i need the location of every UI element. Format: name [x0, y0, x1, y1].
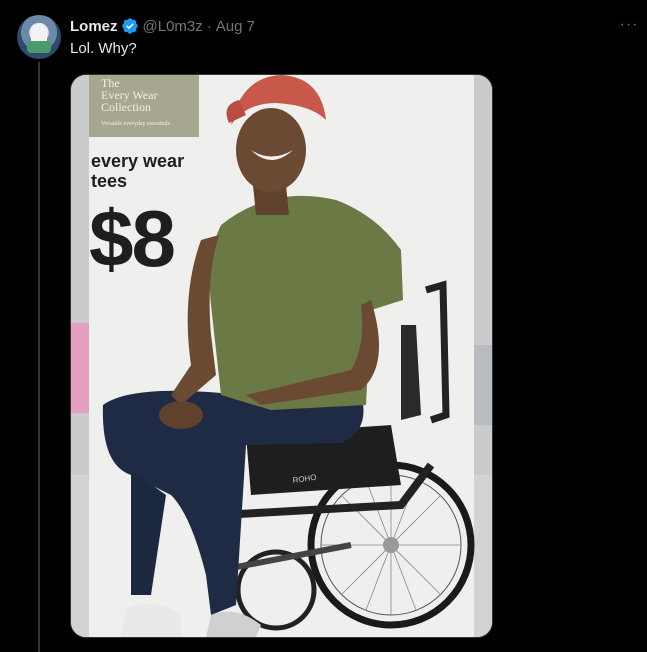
collection-line-3: Collection: [101, 100, 151, 114]
tweet-date[interactable]: Aug 7: [216, 18, 255, 35]
tweet[interactable]: Lomez @L0m3z · Aug 7 ··· Lol. Why? ROHO …: [0, 0, 647, 652]
separator-dot: ·: [206, 17, 212, 35]
tweet-text: Lol. Why?: [70, 40, 137, 57]
promo-line-2: tees: [91, 171, 128, 191]
author-name[interactable]: Lomez: [70, 18, 118, 35]
avatar[interactable]: [17, 15, 61, 59]
promo-line-1: every wear: [91, 151, 185, 171]
tweet-header: Lomez @L0m3z · Aug 7: [70, 16, 255, 36]
verified-badge-icon: [121, 17, 139, 35]
price-tag: $8: [89, 194, 176, 283]
collection-label: The Every Wear Collection Versatile ever…: [89, 75, 199, 137]
thread-line: [38, 62, 40, 652]
tweet-image[interactable]: ROHO The Every Wear Collection Versatile…: [70, 74, 493, 638]
more-options-icon[interactable]: ···: [618, 14, 640, 36]
collection-tagline: Versatile everyday essentials: [101, 121, 170, 127]
author-handle[interactable]: @L0m3z: [143, 18, 203, 35]
promo-text: every wear tees: [91, 151, 184, 191]
